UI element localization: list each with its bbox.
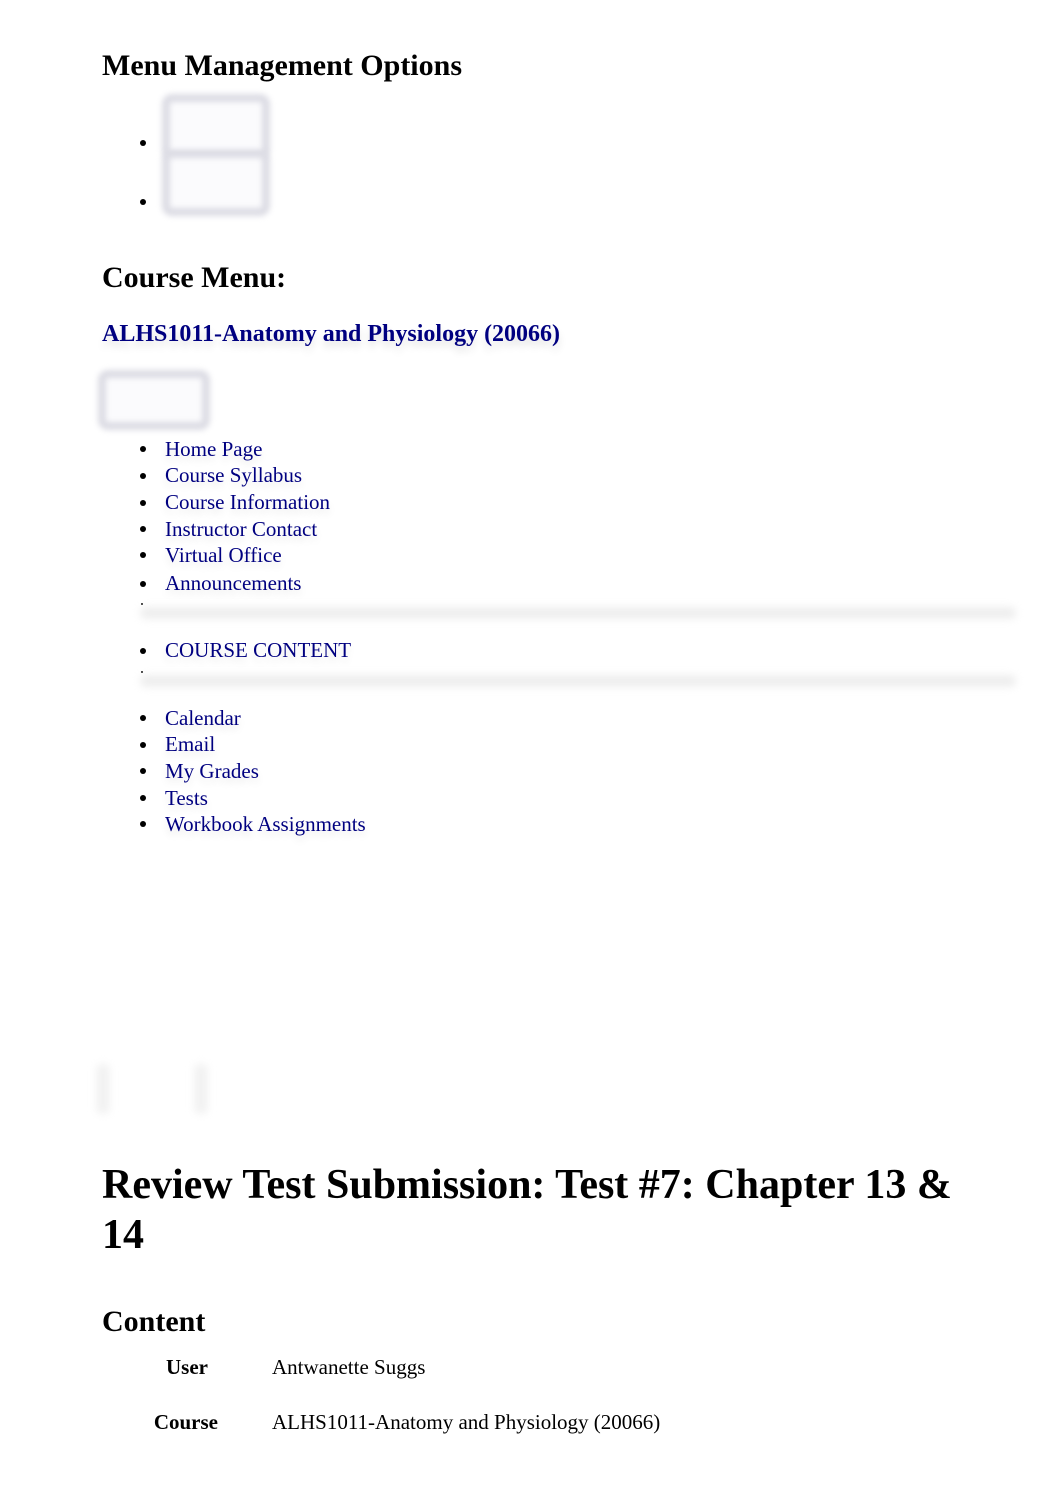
menu-item-instructor-contact[interactable]: Instructor Contact <box>165 516 317 542</box>
menu-divider <box>140 675 1016 687</box>
list-bullet <box>140 821 146 827</box>
menu-item-my-grades[interactable]: My Grades <box>165 758 259 784</box>
list-bullet <box>140 742 146 748</box>
menu-item-virtual-office[interactable]: Virtual Office <box>165 542 282 568</box>
menu-item-course-information[interactable]: Course Information <box>165 489 330 515</box>
menu-management-option-2[interactable] <box>162 150 270 216</box>
content-heading: Content <box>102 1305 206 1338</box>
menu-item-home-page[interactable]: Home Page <box>165 436 262 462</box>
list-bullet <box>140 715 146 721</box>
page-title: Review Test Submission: Test #7: Chapter… <box>102 1162 952 1258</box>
ghost-placeholder <box>194 1064 208 1114</box>
divider-bullet <box>141 603 143 605</box>
course-menu-toggle-button[interactable] <box>98 370 210 430</box>
course-menu-heading: Course Menu: <box>102 261 287 294</box>
list-bullet <box>140 473 146 479</box>
list-bullet <box>140 199 146 205</box>
list-bullet <box>140 526 146 532</box>
menu-item-tests[interactable]: Tests <box>165 785 208 811</box>
info-label: User <box>166 1355 208 1379</box>
course-title-link[interactable]: ALHS1011-Anatomy and Physiology (20066) <box>102 318 560 350</box>
divider-bullet <box>141 671 143 673</box>
list-bullet <box>140 768 146 774</box>
info-value: Antwanette Suggs <box>272 1355 426 1379</box>
menu-item-email[interactable]: Email <box>165 731 215 757</box>
menu-item-course-content[interactable]: COURSE CONTENT <box>165 637 351 663</box>
list-bullet <box>140 581 146 587</box>
list-bullet <box>140 552 146 558</box>
list-bullet <box>140 140 146 146</box>
menu-management-heading: Menu Management Options <box>102 49 462 82</box>
list-bullet <box>140 648 146 654</box>
menu-item-announcements[interactable]: Announcements <box>165 570 301 596</box>
list-bullet <box>140 446 146 452</box>
info-value: ALHS1011-Anatomy and Physiology (20066) <box>272 1410 661 1434</box>
ghost-placeholder <box>96 1064 110 1114</box>
menu-item-workbook-assignments[interactable]: Workbook Assignments <box>165 811 366 837</box>
menu-item-calendar[interactable]: Calendar <box>165 705 241 731</box>
info-label: Course <box>153 1410 218 1434</box>
list-bullet <box>140 795 146 801</box>
menu-item-course-syllabus[interactable]: Course Syllabus <box>165 462 302 488</box>
list-bullet <box>140 500 146 506</box>
menu-divider <box>140 607 1016 619</box>
